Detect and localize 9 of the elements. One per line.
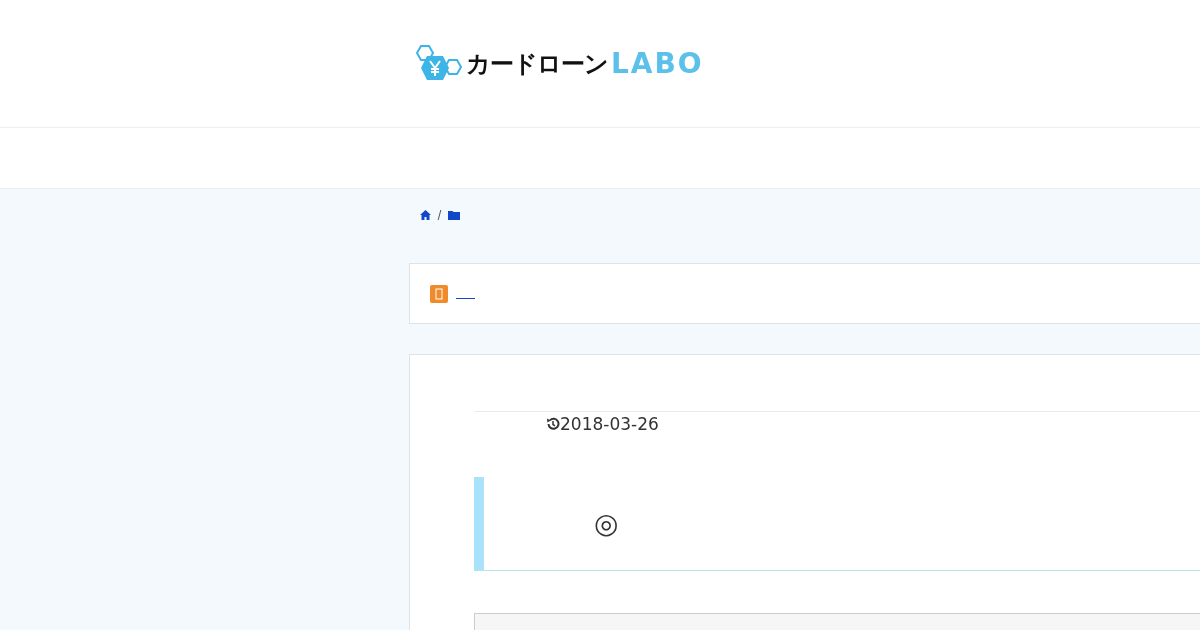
logo-text: カードローン	[466, 48, 608, 80]
logo-suffix: LABO	[611, 47, 704, 80]
box-text: ◎	[594, 507, 619, 540]
home-icon[interactable]	[420, 210, 431, 220]
updated-date: 2018-03-26	[560, 414, 659, 434]
category-icon	[430, 284, 448, 303]
history-icon	[546, 417, 560, 431]
folder-icon[interactable]	[448, 210, 460, 220]
site-logo[interactable]: カードローン LABO	[411, 43, 704, 84]
